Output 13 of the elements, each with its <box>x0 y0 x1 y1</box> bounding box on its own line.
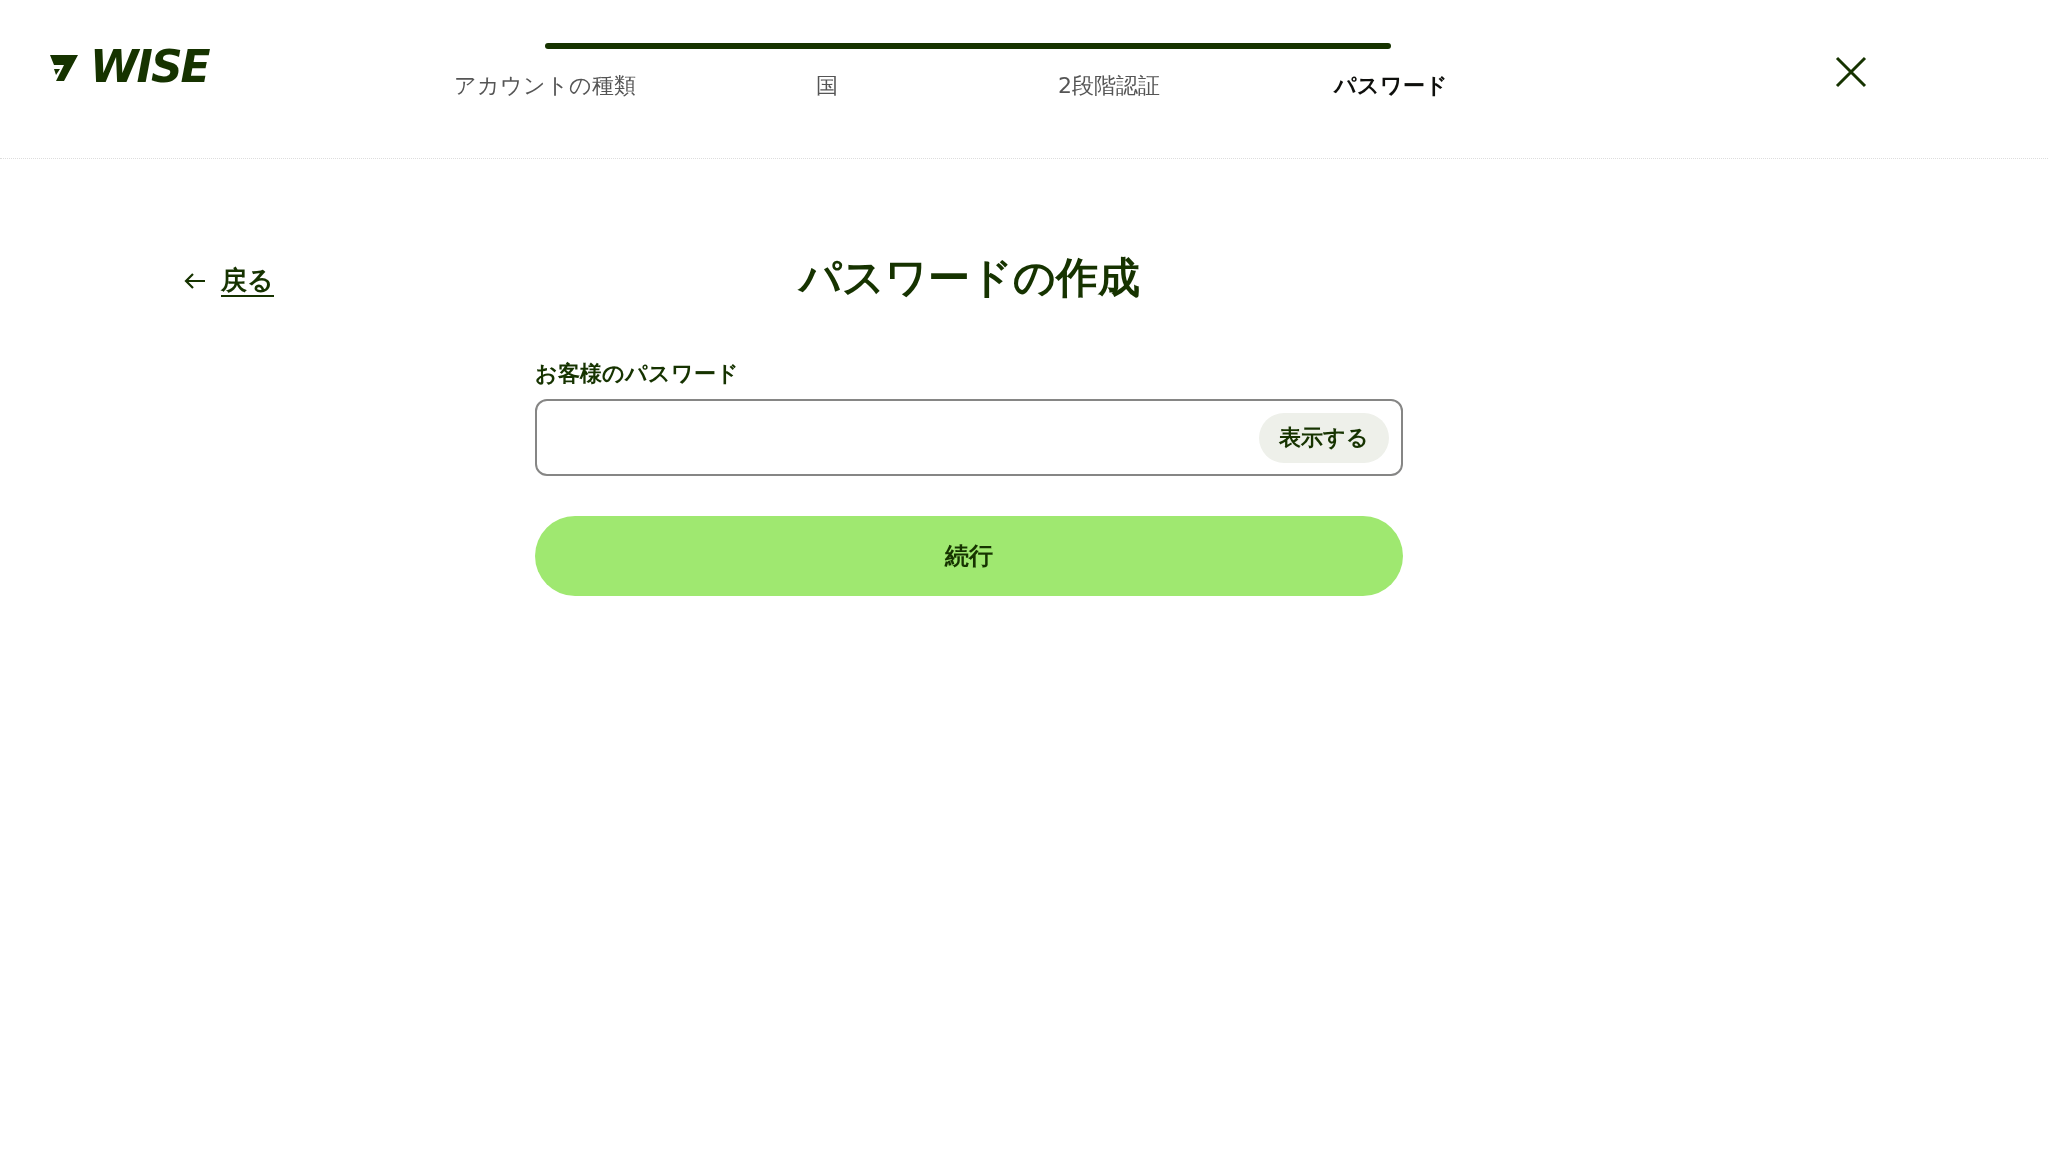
step-label: 国 <box>815 72 839 100</box>
step-label: 2段階認証 <box>1057 72 1161 100</box>
step-label: アカウントの種類 <box>453 72 637 100</box>
password-field[interactable]: 表示する <box>535 399 1403 476</box>
field-label: お客様のパスワード <box>535 360 740 388</box>
show-button[interactable]: 表示する <box>1259 412 1389 463</box>
back-link[interactable]: 戻る <box>183 263 274 299</box>
arrow-left-icon <box>183 271 207 291</box>
wise-logo[interactable]: WISE <box>48 44 209 90</box>
continue-button[interactable]: 続行 <box>535 516 1403 596</box>
close-icon[interactable] <box>1835 56 1867 88</box>
page-title: パスワードの作成 <box>796 252 1141 304</box>
step-label: パスワード <box>1332 72 1449 100</box>
